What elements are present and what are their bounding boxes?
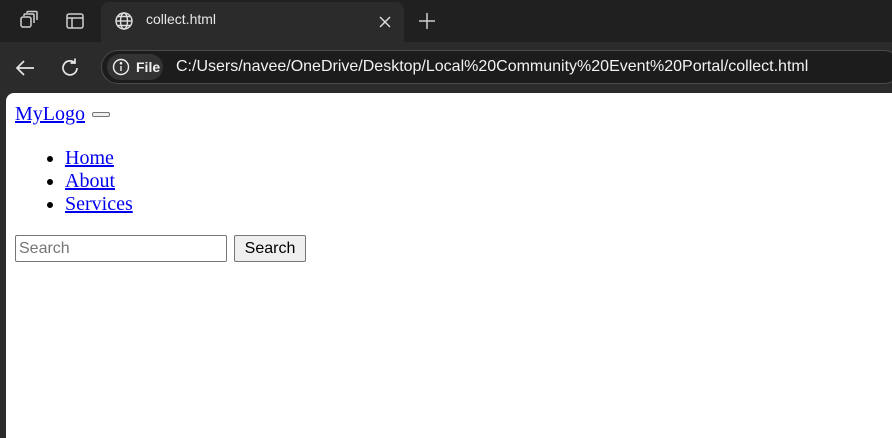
nav-item-services: Services (65, 193, 875, 216)
browser-toolbar: File C:/Users/navee/OneDrive/Desktop/Loc… (0, 42, 892, 93)
refresh-icon[interactable] (55, 53, 85, 83)
search-button[interactable]: Search (234, 235, 306, 262)
nav-link-about[interactable]: About (65, 170, 115, 192)
nav-list: Home About Services (15, 147, 875, 216)
plus-icon[interactable] (412, 6, 442, 36)
search-form: Search (15, 235, 306, 262)
search-input[interactable] (15, 235, 227, 262)
address-bar[interactable]: File C:/Users/navee/OneDrive/Desktop/Loc… (101, 50, 892, 84)
site-info-chip[interactable]: File (107, 54, 163, 80)
globe-icon (112, 9, 136, 33)
nav-item-home: Home (65, 147, 875, 170)
close-icon[interactable] (373, 11, 397, 33)
url-text[interactable]: C:/Users/navee/OneDrive/Desktop/Local%20… (176, 58, 808, 76)
nav-link-services[interactable]: Services (65, 193, 133, 215)
tab-actions-icon[interactable] (60, 6, 90, 36)
scheme-label: File (136, 59, 161, 75)
navbar-brand-row: MyLogo (15, 103, 875, 127)
workspaces-icon[interactable] (14, 6, 44, 36)
site-navbar: MyLogo Home About Services (15, 103, 875, 216)
menu-toggle-button[interactable] (92, 111, 110, 117)
tab-title: collect.html (146, 11, 217, 27)
nav-link-home[interactable]: Home (65, 147, 114, 169)
logo-link[interactable]: MyLogo (15, 103, 85, 125)
tab-strip: collect.html (0, 0, 892, 42)
info-icon (112, 58, 130, 76)
nav-item-about: About (65, 170, 875, 193)
page-viewport: MyLogo Home About Services Search (6, 93, 892, 438)
active-tab[interactable]: collect.html (101, 2, 404, 42)
back-arrow-icon[interactable] (10, 53, 40, 83)
